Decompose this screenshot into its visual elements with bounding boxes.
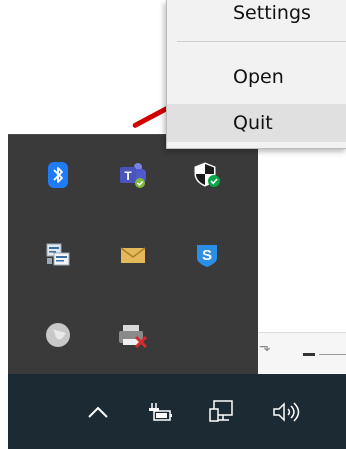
chevron-up-icon[interactable] (82, 396, 114, 428)
menu-item-label: Open (233, 66, 284, 88)
taskbar (8, 374, 346, 449)
security-shield-icon[interactable] (185, 153, 229, 197)
menu-item-label: Settings (233, 2, 311, 24)
svg-text:S: S (202, 247, 212, 264)
tray-overflow-flyout: T S (8, 134, 258, 375)
menu-item-settings[interactable]: Settings (167, 0, 346, 32)
network-adapter-icon[interactable] (36, 233, 80, 277)
s-shield-icon[interactable]: S (185, 233, 229, 277)
divider (303, 353, 315, 356)
svg-text:T: T (124, 169, 132, 183)
network-icon[interactable] (206, 396, 238, 428)
volume-icon[interactable] (270, 396, 302, 428)
menu-item-label: Quit (233, 112, 273, 134)
printer-error-icon[interactable] (111, 313, 155, 357)
menu-item-open[interactable]: Open (167, 58, 346, 96)
bluetooth-icon[interactable] (36, 153, 80, 197)
menu-separator (177, 41, 346, 42)
teams-icon[interactable]: T (111, 153, 155, 197)
globe-icon[interactable] (36, 313, 80, 357)
divider (319, 354, 346, 355)
mail-envelope-icon[interactable] (111, 233, 155, 277)
context-menu: Settings Open Quit (166, 0, 346, 149)
background-window-fragment: ⬎ (255, 332, 346, 373)
indent-marker-icon: ⬎ (259, 339, 271, 355)
battery-icon[interactable] (144, 396, 176, 428)
menu-item-quit[interactable]: Quit (167, 104, 346, 142)
